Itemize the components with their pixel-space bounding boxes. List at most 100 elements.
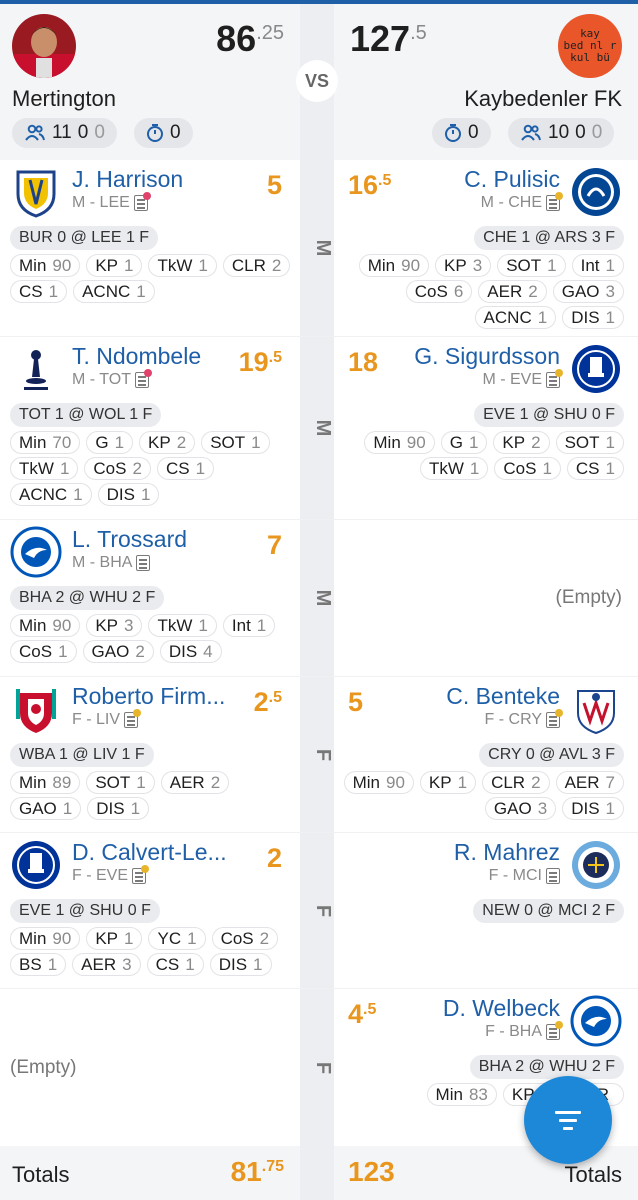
stat-value: 90 bbox=[406, 432, 426, 452]
player-name[interactable]: D. Welbeck bbox=[443, 995, 560, 1022]
player-news-icon[interactable] bbox=[133, 192, 151, 211]
away-timer-pill[interactable]: 0 bbox=[432, 118, 491, 148]
player-news-icon[interactable] bbox=[124, 709, 142, 728]
home-timer-pill[interactable]: 0 bbox=[134, 118, 193, 148]
player-news-icon[interactable] bbox=[546, 369, 563, 388]
stopwatch-icon bbox=[146, 123, 164, 143]
stat-label: CS bbox=[155, 954, 180, 974]
stat-value: 1 bbox=[124, 928, 134, 948]
player-name[interactable]: G. Sigurdsson bbox=[414, 343, 560, 370]
filter-icon bbox=[555, 1110, 581, 1114]
filter-icon-line bbox=[559, 1118, 577, 1122]
stat-label: DIS bbox=[218, 954, 248, 974]
fixture-badge: TOT 1 @ WOL 1 F bbox=[10, 403, 162, 427]
matchup-row: M L. Trossard M - BHA 7 BHA 2 @ WHU 2 F Min 90… bbox=[0, 520, 638, 676]
left-player-slot[interactable]: Roberto Firm... F - LIV 2.5 WBA 1 @ LIV 1 F… bbox=[0, 677, 300, 832]
stat-value: 3 bbox=[605, 281, 615, 301]
stat-chip: Min 90 bbox=[10, 927, 81, 950]
position-label: F bbox=[312, 904, 334, 917]
fixture-badge: EVE 1 @ SHU 0 F bbox=[10, 899, 160, 923]
player-name[interactable]: C. Pulisic bbox=[464, 166, 560, 193]
empty-slot-label: (Empty) bbox=[555, 587, 623, 608]
empty-slot-label: (Empty) bbox=[10, 1056, 77, 1078]
player-name[interactable]: J. Harrison bbox=[72, 166, 183, 193]
news-dot bbox=[555, 369, 563, 377]
stat-value: 1 bbox=[114, 432, 125, 452]
crystal-palace-crest-icon bbox=[570, 683, 622, 735]
stat-label: CS bbox=[575, 458, 600, 478]
away-lineup-pill[interactable]: 10 0 0 bbox=[508, 118, 615, 148]
left-player-slot[interactable]: L. Trossard M - BHA 7 BHA 2 @ WHU 2 F Min 90 K… bbox=[0, 520, 300, 676]
player-news-icon[interactable] bbox=[132, 865, 150, 884]
player-position-team: M - BHA bbox=[72, 554, 133, 571]
stat-chip: GAO 1 bbox=[10, 797, 82, 820]
leeds-crest-icon bbox=[10, 166, 62, 218]
right-player-slot[interactable]: R. Mahrez F - MCI NEW 0 @ MCI 2 F bbox=[334, 833, 638, 988]
player-name[interactable]: T. Ndombele bbox=[72, 343, 201, 370]
player-name[interactable]: Roberto Firm... bbox=[72, 683, 225, 710]
stat-label: CoS bbox=[220, 928, 254, 948]
stat-label: AER bbox=[169, 772, 205, 792]
stat-chip: GAO 3 bbox=[552, 280, 624, 303]
filter-fab-button[interactable] bbox=[524, 1076, 612, 1164]
stat-list: Min 70 G 1 KP 2 SOT 1 TkW 1 CoS 2 CS 1 ACNC 1 DIS 1 bbox=[10, 431, 300, 506]
news-dot bbox=[141, 865, 150, 873]
stat-label: KP bbox=[428, 772, 452, 792]
stat-label: SOT bbox=[210, 432, 246, 452]
stat-value: 1 bbox=[48, 281, 59, 301]
home-lineup-pill[interactable]: 11 0 0 bbox=[12, 118, 117, 148]
stat-value: 1 bbox=[136, 772, 146, 792]
player-news-icon[interactable] bbox=[546, 709, 563, 728]
home-team-panel[interactable]: 86.25 Mertington 11 0 0 0 bbox=[0, 4, 300, 160]
stat-label: KP bbox=[148, 432, 171, 452]
fixture-badge: BHA 2 @ WHU 2 F bbox=[10, 586, 165, 610]
people-icon bbox=[24, 124, 46, 142]
player-name[interactable]: R. Mahrez bbox=[454, 839, 560, 866]
stat-label: G bbox=[95, 432, 109, 452]
player-score-main: 2 bbox=[253, 687, 269, 717]
totals-label-left: Totals bbox=[12, 1162, 70, 1187]
left-player-slot[interactable]: D. Calvert-Le... F - EVE 2 EVE 1 @ SHU 0 F M… bbox=[0, 833, 300, 988]
right-player-slot[interactable]: G. Sigurdsson M - EVE 18 EVE 1 @ SHU 0 F Min… bbox=[334, 337, 638, 519]
right-player-slot[interactable]: C. Benteke F - CRY 5 CRY 0 @ AVL 3 F Min 90 KP… bbox=[334, 677, 638, 832]
stat-value: 1 bbox=[457, 772, 468, 792]
totals-home-main: 81 bbox=[230, 1156, 262, 1187]
stat-chip: AER 2 bbox=[478, 280, 547, 303]
player-score: 2.5 bbox=[254, 687, 282, 718]
home-team-name: Mertington bbox=[12, 86, 116, 111]
stat-chip: SOT 1 bbox=[497, 254, 566, 277]
away-team-panel[interactable]: 127.5 kay bed nl r kul bü Kaybedenler FK… bbox=[334, 4, 638, 160]
stat-value: 6 bbox=[453, 281, 464, 301]
player-score: 19.5 bbox=[239, 347, 282, 378]
left-player-slot[interactable]: J. Harrison M - LEE 5 BUR 0 @ LEE 1 F Min 90 K… bbox=[0, 160, 300, 336]
right-player-slot[interactable]: C. Pulisic M - CHE 16.5 CHE 1 @ ARS 3 F Min 9… bbox=[334, 160, 638, 336]
player-news-icon[interactable] bbox=[546, 192, 563, 211]
player-news-icon[interactable] bbox=[136, 555, 151, 571]
player-name[interactable]: D. Calvert-Le... bbox=[72, 839, 227, 866]
stat-chip: DIS 1 bbox=[97, 483, 160, 506]
matchup-row: F D. Calvert-Le... F - EVE 2 EVE 1 @ SHU 0 F… bbox=[0, 833, 638, 988]
player-name[interactable]: L. Trossard bbox=[72, 526, 187, 553]
stat-value: 1 bbox=[58, 641, 68, 661]
player-name[interactable]: C. Benteke bbox=[446, 683, 560, 710]
stat-label: GAO bbox=[493, 798, 532, 818]
stat-label: SOT bbox=[95, 772, 131, 792]
stat-label: KP bbox=[95, 615, 119, 635]
away-score-main: 127 bbox=[350, 18, 411, 59]
news-dot bbox=[143, 369, 152, 377]
left-player-slot[interactable]: (Empty) bbox=[0, 989, 300, 1146]
stat-chip: Min 90 bbox=[343, 771, 414, 794]
player-news-icon[interactable] bbox=[546, 1021, 563, 1040]
player-news-icon[interactable] bbox=[134, 369, 152, 388]
stat-label: CS bbox=[165, 458, 190, 478]
player-news-icon[interactable] bbox=[546, 868, 560, 884]
right-player-slot[interactable]: (Empty) bbox=[334, 520, 638, 676]
away-logo: kay bed nl r kul bü bbox=[558, 14, 622, 78]
stat-value: 3 bbox=[537, 798, 548, 818]
stat-list: Min 90 KP 1 TkW 1 CLR 2 CS 1 ACNC 1 bbox=[10, 254, 300, 303]
player-position-team: M - CHE bbox=[480, 194, 542, 211]
player-position-team: F - MCI bbox=[488, 867, 542, 884]
stat-value: 1 bbox=[468, 432, 479, 452]
left-player-slot[interactable]: T. Ndombele M - TOT 19.5 TOT 1 @ WOL 1 F Min… bbox=[0, 337, 300, 519]
home-lineup-count-c: 0 bbox=[94, 122, 105, 143]
